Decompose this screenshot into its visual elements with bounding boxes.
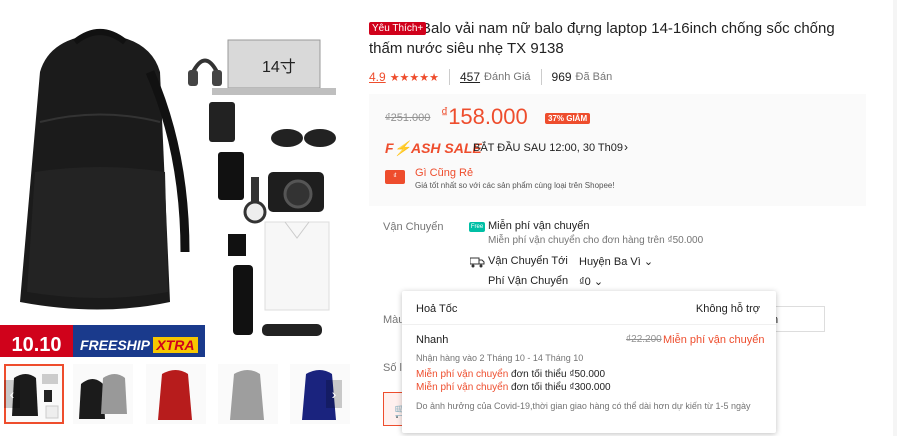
flash-sale-label: F⚡ASH SALE bbox=[385, 140, 482, 156]
ship-fee-label: Phí Vận Chuyển bbox=[488, 275, 569, 287]
covid-delay-note: Do ảnh hưởng của Covid-19,thời gian giao… bbox=[416, 401, 751, 411]
original-price: ₫251.000 bbox=[385, 112, 431, 124]
truck-icon bbox=[469, 256, 485, 271]
price-guarantee-title[interactable]: Gì Cũng Rẻ bbox=[415, 167, 473, 179]
svg-text:14寸: 14寸 bbox=[262, 58, 296, 76]
main-product-image[interactable]: 14寸 10.10 FREESHIP XTRA bbox=[0, 12, 355, 357]
express-shipping-status: Không hỗ trợ bbox=[695, 303, 760, 315]
price-guarantee-subtitle: Giá tốt nhất so với các sản phẩm cùng lo… bbox=[415, 181, 615, 190]
fast-shipping-option[interactable]: Nhanh bbox=[416, 334, 448, 346]
divider bbox=[540, 69, 542, 85]
free-ship-condition: Miễn phí vận chuyển đơn tối thiểu ₫300.0… bbox=[416, 382, 611, 393]
freeship-text: FREESHIP bbox=[80, 337, 150, 353]
rating-score[interactable]: 4.9 bbox=[369, 70, 386, 84]
reviews-label: Đánh Giá bbox=[484, 71, 531, 83]
xtra-text: XTRA bbox=[153, 337, 198, 353]
free-ship-condition-text: đơn tối thiểu ₫50.000 bbox=[508, 369, 606, 380]
thumbnail-next-arrow-icon[interactable]: › bbox=[326, 380, 342, 408]
express-shipping-label: Hoả Tốc bbox=[416, 303, 458, 315]
free-ship-condition-highlight: Miễn phí vận chuyển bbox=[416, 369, 509, 380]
thumbnail-strip: ‹ › bbox=[0, 364, 350, 424]
ship-to-dropdown[interactable]: Huyện Ba Vì ⌄ bbox=[579, 255, 653, 268]
shipping-label: Vận Chuyển bbox=[383, 221, 444, 233]
free-ship-subtitle: Miễn phí vận chuyển cho đơn hàng trên ₫5… bbox=[488, 235, 704, 246]
product-title: Balo vải nam nữ balo đựng laptop 14-16in… bbox=[369, 20, 835, 57]
thumbnail-prev-arrow-icon[interactable]: ‹ bbox=[4, 380, 20, 408]
thumbnail-3[interactable] bbox=[146, 364, 206, 424]
free-ship-condition: Miễn phí vận chuyển đơn tối thiểu ₫50.00… bbox=[416, 369, 605, 380]
ship-fee-dropdown[interactable]: ₫0 ⌄ bbox=[579, 275, 603, 288]
thumbnail-2[interactable] bbox=[73, 364, 133, 424]
freeship-xtra-label: FREESHIP XTRA bbox=[80, 337, 198, 353]
star-rating-icon: ★★★★★ bbox=[389, 71, 439, 84]
thumbnail-4[interactable] bbox=[218, 364, 278, 424]
favorite-plus-badge: Yêu Thích+ bbox=[369, 22, 427, 35]
quantity-label: Số l bbox=[383, 362, 402, 374]
flash-sale-time[interactable]: BẮT ĐẦU SAU 12:00, 30 Th09 bbox=[473, 142, 623, 154]
price-guarantee-icon: ₫ bbox=[385, 170, 405, 184]
backpack-illustration: 14寸 bbox=[20, 29, 336, 336]
shipping-options-popup: Hoả Tốc Không hỗ trợ Nhanh ₫22.200 Miễn … bbox=[402, 291, 776, 433]
current-price-value: 158.000 bbox=[448, 104, 528, 129]
sold-count: 969 bbox=[551, 70, 572, 84]
reviews-count[interactable]: 457 bbox=[460, 70, 480, 84]
current-price: ₫158.000 bbox=[441, 104, 528, 130]
divider bbox=[449, 69, 450, 85]
divider bbox=[402, 324, 776, 325]
free-ship-icon: Free bbox=[469, 222, 485, 232]
price-box: ₫251.000 ₫158.000 37% GIẢM F⚡ASH SALE BẮ… bbox=[369, 94, 866, 206]
promo-banner: 10.10 FREESHIP XTRA bbox=[0, 325, 205, 357]
free-shipping-text: Miễn phí vận chuyển bbox=[663, 334, 765, 346]
discount-badge: 37% GIẢM bbox=[545, 113, 591, 124]
free-ship-condition-text: đơn tối thiểu ₫300.000 bbox=[508, 382, 611, 393]
rating-row: 4.9 ★★★★★ 457 Đánh Giá 969 Đã Bán bbox=[369, 69, 613, 85]
product-card: 14寸 10.10 FREESHIP XTRA ‹ › Balo vải nam… bbox=[0, 0, 893, 436]
sold-label: Đã Bán bbox=[575, 71, 613, 83]
chevron-right-icon[interactable]: › bbox=[624, 140, 628, 154]
original-shipping-fee: ₫22.200 bbox=[626, 334, 662, 345]
promo-1010-label: 10.10 bbox=[0, 325, 73, 357]
ship-to-label: Vận Chuyển Tới bbox=[488, 255, 568, 267]
free-ship-condition-highlight: Miễn phí vận chuyển bbox=[416, 382, 509, 393]
delivery-estimate: Nhận hàng vào 2 Tháng 10 - 14 Tháng 10 bbox=[416, 353, 584, 363]
free-ship-title: Miễn phí vận chuyển bbox=[488, 220, 590, 232]
